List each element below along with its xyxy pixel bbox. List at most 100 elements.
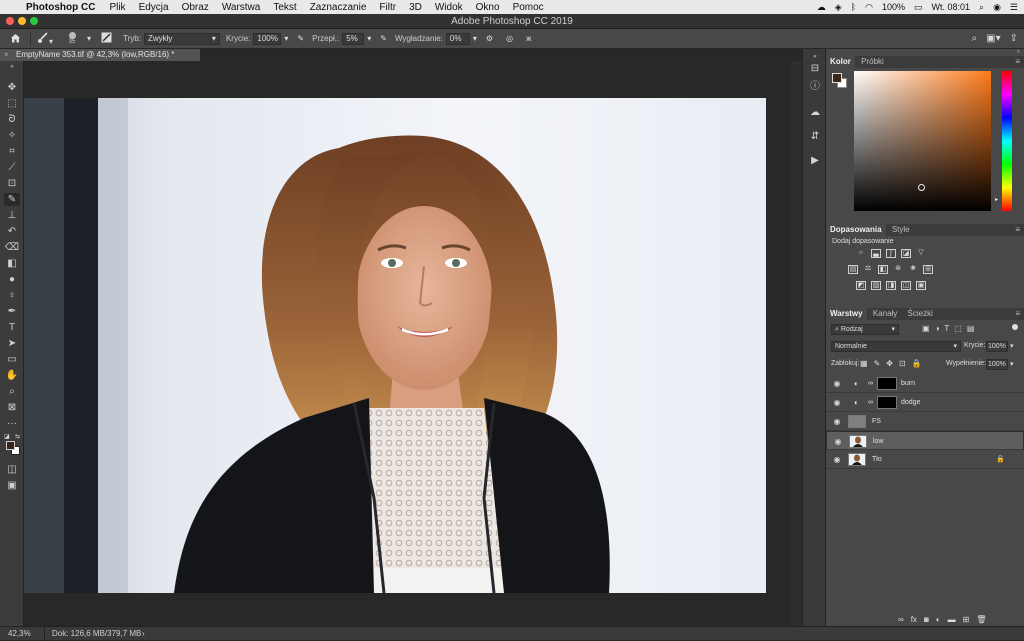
document-tab-close-icon[interactable]: × bbox=[4, 49, 9, 61]
black-white-icon[interactable]: ◧ bbox=[878, 265, 888, 274]
spotlight-icon[interactable]: ⌕ bbox=[979, 2, 984, 13]
toolbar-collapse-icon[interactable]: » bbox=[4, 64, 20, 70]
link-icon[interactable]: ∞ bbox=[868, 374, 873, 393]
color-fg-bg[interactable] bbox=[832, 73, 848, 89]
tab-style[interactable]: Style bbox=[888, 224, 914, 236]
mode-select[interactable]: Zwykły ▾ bbox=[143, 32, 220, 45]
lock-artboard-icon[interactable]: ⊡ bbox=[899, 359, 906, 368]
type-tool-icon[interactable]: T bbox=[4, 321, 20, 334]
brush-tool-icon[interactable]: ✎ bbox=[4, 193, 20, 206]
menu-app-name[interactable]: Photoshop CC bbox=[26, 2, 95, 13]
filter-smart-object-icon[interactable]: ▤ bbox=[967, 324, 975, 333]
marquee-tool-icon[interactable]: ⬚ bbox=[4, 97, 20, 110]
dodge-tool-icon[interactable]: ♀ bbox=[4, 289, 20, 302]
curves-icon[interactable]: ∫ bbox=[886, 249, 896, 258]
menu-tekst[interactable]: Tekst bbox=[273, 2, 296, 13]
smoothing-input[interactable]: 0% bbox=[445, 32, 470, 45]
menu-edycja[interactable]: Edycja bbox=[139, 2, 169, 13]
notification-center-icon[interactable]: ☰ bbox=[1010, 2, 1018, 13]
info-panel-icon[interactable]: ⓘ bbox=[809, 81, 821, 93]
fill-input[interactable]: 100% bbox=[986, 359, 1008, 370]
threshold-icon[interactable]: ◨ bbox=[886, 281, 896, 290]
panels-collapse-icon[interactable]: » bbox=[1017, 49, 1020, 55]
selective-color-icon[interactable]: ▣ bbox=[916, 281, 926, 290]
eye-icon[interactable]: ◉ bbox=[832, 412, 842, 431]
hue-slider[interactable] bbox=[1002, 71, 1012, 211]
lock-image-icon[interactable]: ✎ bbox=[874, 359, 881, 368]
channel-mixer-icon[interactable]: ❀ bbox=[908, 265, 918, 274]
libraries-panel-icon[interactable]: ☁ bbox=[809, 107, 821, 119]
menu-warstwa[interactable]: Warstwa bbox=[222, 2, 261, 13]
color-field[interactable] bbox=[854, 71, 991, 211]
link-layers-icon[interactable]: ∞ bbox=[898, 615, 904, 624]
history-panel-icon[interactable]: ⊟ bbox=[809, 63, 821, 75]
eye-icon[interactable]: ◉ bbox=[832, 393, 842, 412]
hue-slider-handle[interactable]: ▸ bbox=[995, 196, 998, 203]
color-balance-icon[interactable]: ⚖ bbox=[863, 265, 873, 274]
brightness-contrast-icon[interactable]: ☼ bbox=[856, 249, 866, 258]
default-colors-icon[interactable]: ◪ bbox=[4, 433, 10, 440]
status-menu-arrow[interactable]: › bbox=[142, 627, 145, 641]
panel-menu-icon[interactable]: ≡ bbox=[1015, 308, 1020, 320]
chevron-down-icon[interactable]: ▾ bbox=[473, 34, 477, 43]
exposure-icon[interactable]: ◪ bbox=[901, 249, 911, 258]
filter-shape-icon[interactable]: ⬚ bbox=[954, 324, 962, 333]
home-icon[interactable] bbox=[4, 33, 26, 45]
siri-icon[interactable]: ◉ bbox=[993, 2, 1001, 13]
lock-transparency-icon[interactable]: ▦ bbox=[860, 359, 868, 368]
eraser-tool-icon[interactable]: ⌫ bbox=[4, 241, 20, 254]
opacity-input[interactable]: 100% bbox=[253, 32, 282, 45]
layer-filter-select[interactable]: ⌕ Rodzaj ▾ bbox=[831, 324, 899, 335]
layer-row-fs[interactable]: ◉ FS bbox=[826, 412, 1024, 431]
photo-filter-icon[interactable]: ⊛ bbox=[893, 265, 903, 274]
folder-icon[interactable]: ▬ bbox=[948, 615, 956, 624]
vibrance-icon[interactable]: ▽ bbox=[916, 249, 926, 258]
gradient-tool-icon[interactable]: ◧ bbox=[4, 257, 20, 270]
pressure-size-icon[interactable]: ◎ bbox=[506, 34, 513, 43]
lasso-tool-icon[interactable]: ᘐ bbox=[4, 113, 20, 126]
search-icon[interactable]: ⌕ bbox=[972, 33, 978, 44]
color-swatches[interactable]: ◪ ⇆ bbox=[4, 433, 20, 455]
tab-kolor[interactable]: Kolor bbox=[826, 56, 855, 68]
airbrush-icon[interactable]: ✎ bbox=[380, 34, 387, 43]
chevron-down-icon[interactable]: ▾ bbox=[367, 34, 371, 43]
filter-pixel-icon[interactable]: ▣ bbox=[922, 324, 930, 333]
color-fg-swatch[interactable] bbox=[832, 73, 842, 83]
link-icon[interactable]: ∞ bbox=[868, 393, 873, 412]
lock-all-icon[interactable]: 🔒 bbox=[912, 359, 922, 368]
new-adjustment-icon[interactable]: ◐ bbox=[936, 615, 941, 624]
panel-menu-icon[interactable]: ≡ bbox=[1015, 56, 1020, 68]
tab-dopasowania[interactable]: Dopasowania bbox=[826, 224, 886, 236]
frame-tool-icon[interactable]: ⊠ bbox=[4, 401, 20, 414]
eye-icon[interactable]: ◉ bbox=[833, 432, 843, 451]
chevron-down-icon[interactable]: ▾ bbox=[1010, 360, 1014, 368]
clone-stamp-tool-icon[interactable]: ⊥ bbox=[4, 209, 20, 222]
crop-tool-icon[interactable]: ⌗ bbox=[4, 145, 20, 158]
eye-icon[interactable]: ◉ bbox=[832, 450, 842, 469]
shield-icon[interactable]: ◈ bbox=[835, 2, 842, 13]
layer-row-low[interactable]: ◉ low bbox=[826, 431, 1024, 450]
new-layer-icon[interactable]: ⊞ bbox=[963, 615, 970, 624]
hue-saturation-icon[interactable]: ▤ bbox=[848, 265, 858, 274]
rectangle-tool-icon[interactable]: ▭ bbox=[4, 353, 20, 366]
wifi-icon[interactable]: ◠ bbox=[865, 2, 873, 13]
gear-icon[interactable]: ⚙ bbox=[486, 34, 493, 43]
path-selection-tool-icon[interactable]: ➤ bbox=[4, 337, 20, 350]
color-lookup-icon[interactable]: ⊞ bbox=[923, 265, 933, 274]
more-tools-icon[interactable]: ··· bbox=[4, 417, 20, 430]
posterize-icon[interactable]: ▨ bbox=[871, 281, 881, 290]
fx-icon[interactable]: fx bbox=[911, 615, 917, 624]
pressure-opacity-icon[interactable]: ✎ bbox=[297, 34, 304, 43]
eye-icon[interactable]: ◉ bbox=[832, 374, 842, 393]
properties-panel-icon[interactable]: ⇵ bbox=[809, 131, 821, 143]
lock-icon[interactable]: 🔒 bbox=[996, 450, 1005, 469]
workspace-icon[interactable]: ▣▾ bbox=[986, 33, 1000, 44]
zoom-level[interactable]: 42,3% bbox=[8, 627, 31, 641]
chevron-down-icon[interactable]: ▾ bbox=[1010, 342, 1014, 350]
flow-input[interactable]: 5% bbox=[342, 32, 365, 45]
document-size[interactable]: Dok: 126,6 MB/379,7 MB bbox=[52, 627, 141, 641]
window-zoom-button[interactable] bbox=[30, 17, 38, 25]
pen-tool-icon[interactable]: ✒ bbox=[4, 305, 20, 318]
brush-size-picker[interactable]: 35 bbox=[61, 32, 83, 45]
gradient-map-icon[interactable]: ◫ bbox=[901, 281, 911, 290]
